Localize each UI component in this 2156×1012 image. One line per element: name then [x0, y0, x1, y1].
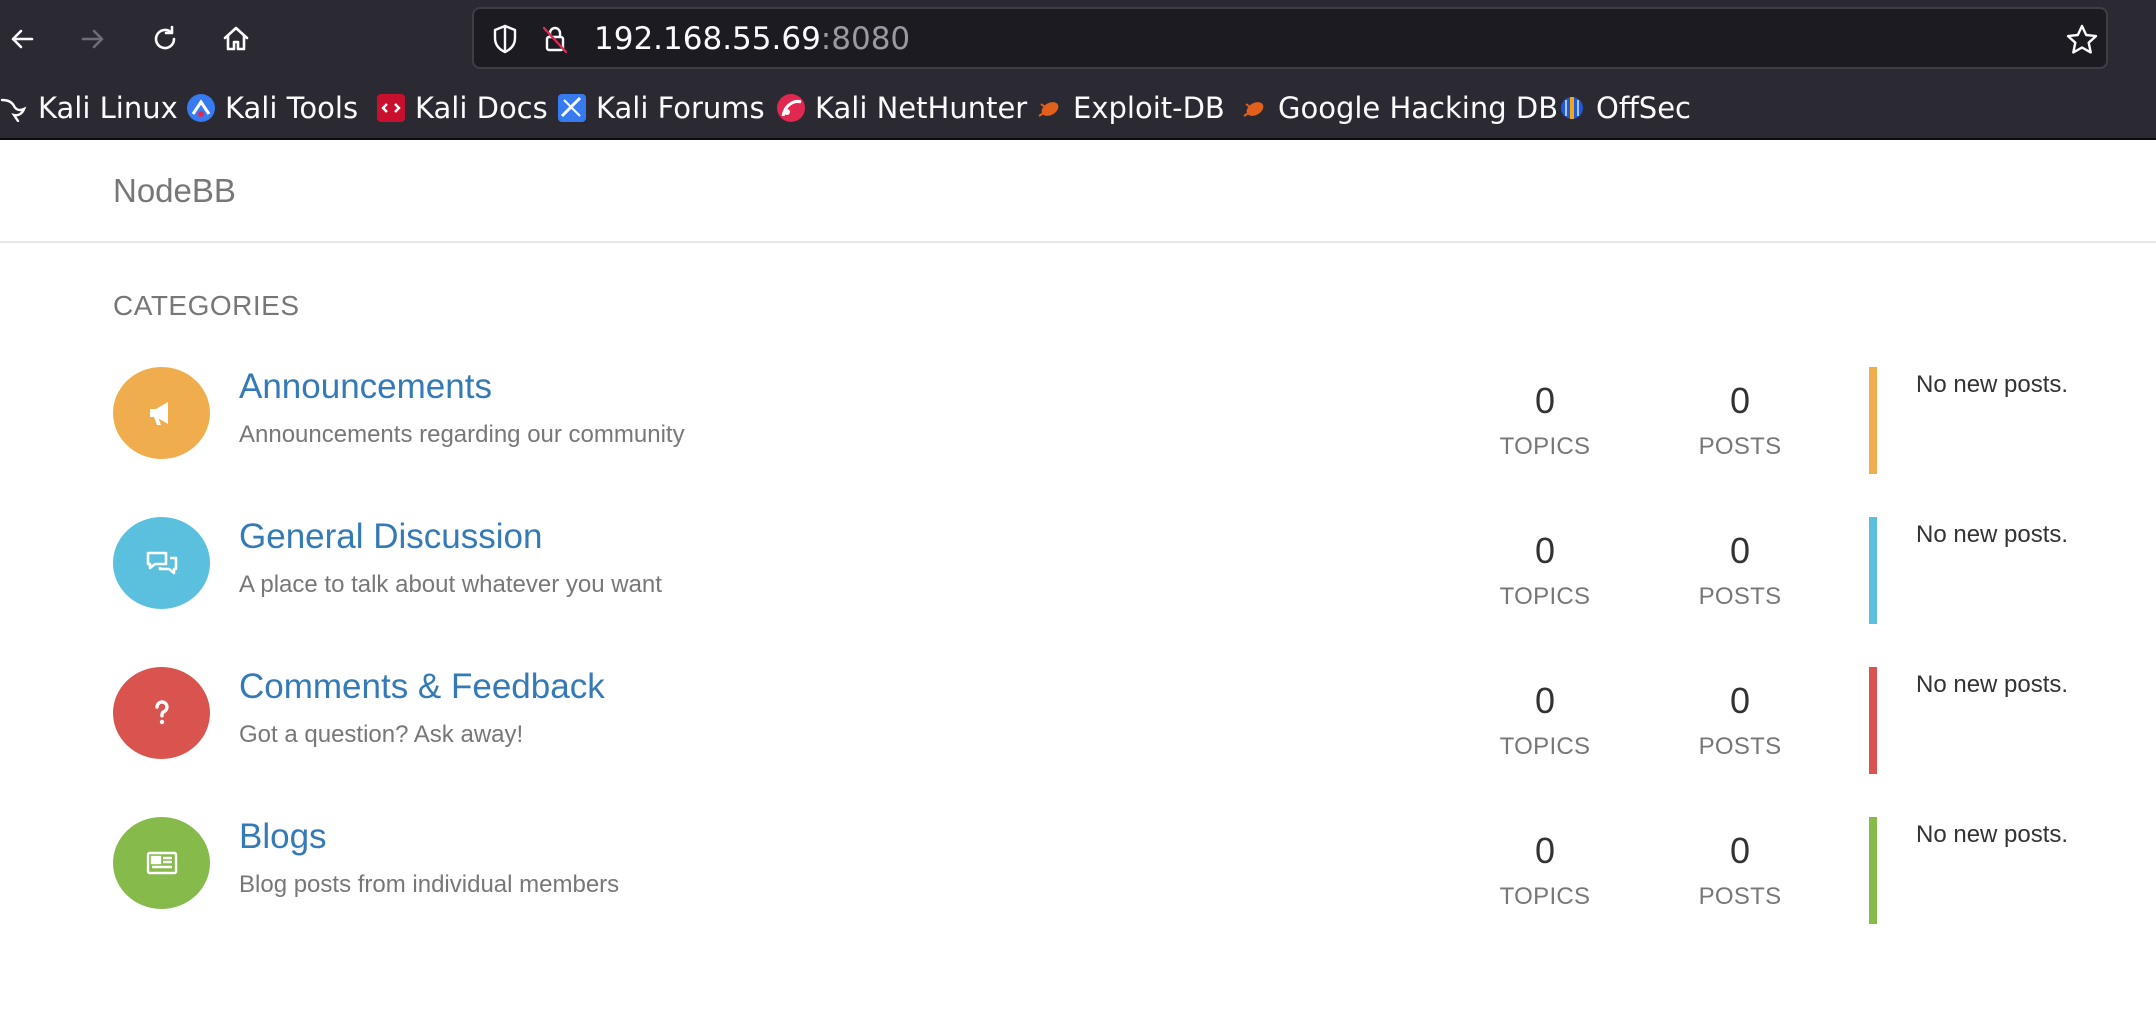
- topics-count: 0 TOPICS: [1499, 380, 1591, 461]
- kali-tools-icon: [187, 94, 215, 122]
- category-description: Got a question? Ask away!: [239, 721, 524, 748]
- bookmark-exploit-db[interactable]: Exploit-DB: [1035, 88, 1225, 128]
- last-post-status: No new posts.: [1916, 371, 2069, 398]
- last-post-status: No new posts.: [1916, 671, 2069, 698]
- topics-count: 0 TOPICS: [1499, 830, 1591, 911]
- category-color-bar: [1869, 667, 1877, 774]
- shield-icon[interactable]: [489, 23, 521, 55]
- home-button[interactable]: [214, 17, 258, 61]
- question-icon: [154, 700, 169, 725]
- forward-arrow-icon: [81, 29, 104, 49]
- last-post-status: No new posts.: [1916, 821, 2069, 848]
- offsec-icon: [1558, 94, 1586, 122]
- category-description: Announcements regarding our community: [239, 421, 685, 448]
- back-arrow-icon: [11, 29, 34, 49]
- bookmark-kali-linux[interactable]: Kali Linux: [0, 88, 178, 128]
- insecure-lock-icon[interactable]: [539, 23, 571, 55]
- posts-count: 0 POSTS: [1698, 680, 1782, 761]
- category-row-general-discussion: General Discussion A place to talk about…: [0, 517, 2156, 627]
- google-hacking-db-icon: [1240, 94, 1268, 122]
- category-icon-blogs[interactable]: [113, 817, 210, 909]
- newspaper-icon: [146, 851, 177, 875]
- forward-button[interactable]: [71, 17, 115, 61]
- bookmark-kali-nethunter[interactable]: Kali NetHunter: [777, 88, 1027, 128]
- last-post-status: No new posts.: [1916, 521, 2069, 548]
- chat-bubbles-icon: [146, 551, 177, 575]
- category-title-comments-feedback[interactable]: Comments & Feedback: [239, 667, 605, 707]
- bookmark-kali-tools[interactable]: Kali Tools: [187, 88, 358, 128]
- kali-docs-icon: [377, 94, 405, 122]
- site-header: NodeBB: [0, 140, 2156, 243]
- category-title-general-discussion[interactable]: General Discussion: [239, 517, 542, 557]
- posts-count: 0 POSTS: [1698, 530, 1782, 611]
- posts-count: 0 POSTS: [1698, 830, 1782, 911]
- category-description: Blog posts from individual members: [239, 871, 620, 898]
- category-description: A place to talk about whatever you want: [239, 571, 662, 598]
- star-icon: [2066, 24, 2098, 54]
- category-color-bar: [1869, 367, 1877, 474]
- category-color-bar: [1869, 517, 1877, 624]
- category-row-announcements: Announcements Announcements regarding ou…: [0, 367, 2156, 477]
- exploit-db-icon: [1035, 94, 1063, 122]
- category-title-blogs[interactable]: Blogs: [239, 817, 327, 857]
- site-brand-link[interactable]: NodeBB: [113, 172, 236, 210]
- kali-forums-icon: [558, 94, 586, 122]
- bookmark-google-hacking-db[interactable]: Google Hacking DB: [1240, 88, 1558, 128]
- home-icon: [223, 26, 249, 51]
- reload-icon: [154, 25, 176, 50]
- bookmark-offsec[interactable]: OffSec: [1558, 88, 1691, 128]
- address-bar[interactable]: 192.168.55.69:8080: [472, 7, 2108, 69]
- reload-button[interactable]: [143, 17, 187, 61]
- back-button[interactable]: [0, 17, 44, 61]
- bookmark-kali-forums[interactable]: Kali Forums: [558, 88, 765, 128]
- bullhorn-icon: [149, 402, 168, 425]
- bookmark-star-button[interactable]: [2064, 22, 2100, 58]
- category-row-comments-feedback: Comments & Feedback Got a question? Ask …: [0, 667, 2156, 777]
- browser-toolbar: 192.168.55.69:8080: [0, 0, 2156, 78]
- category-title-announcements[interactable]: Announcements: [239, 367, 492, 407]
- topics-count: 0 TOPICS: [1499, 530, 1591, 611]
- bookmarks-toolbar: Kali Linux Kali Tools Kali Docs Kali For…: [0, 78, 2156, 140]
- kali-dragon-icon: [0, 94, 28, 123]
- category-color-bar: [1869, 817, 1877, 924]
- url-text[interactable]: 192.168.55.69:8080: [594, 21, 910, 57]
- topics-count: 0 TOPICS: [1499, 680, 1591, 761]
- categories-heading: CATEGORIES: [113, 290, 300, 321]
- category-icon-general-discussion[interactable]: [113, 517, 210, 609]
- kali-nethunter-icon: [777, 94, 805, 122]
- category-icon-announcements[interactable]: [113, 367, 210, 459]
- category-icon-comments-feedback[interactable]: [113, 667, 210, 759]
- category-row-blogs: Blogs Blog posts from individual members…: [0, 817, 2156, 927]
- posts-count: 0 POSTS: [1698, 380, 1782, 461]
- bookmark-kali-docs[interactable]: Kali Docs: [377, 88, 548, 128]
